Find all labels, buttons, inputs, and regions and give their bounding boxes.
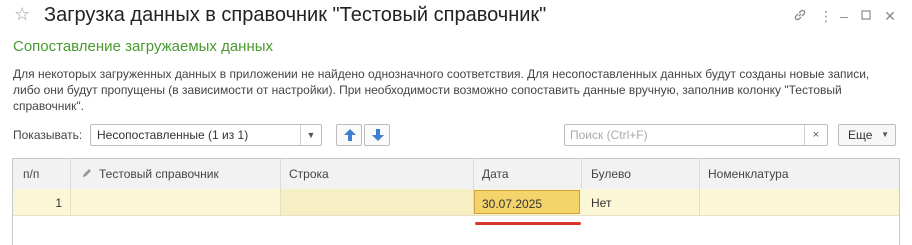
move-down-button[interactable] (364, 124, 390, 146)
form-description: Для некоторых загруженных данных в прило… (13, 67, 870, 113)
arrow-up-icon (344, 129, 356, 141)
chevron-down-icon[interactable]: ▼ (300, 125, 321, 145)
form-subtitle: Сопоставление загружаемых данных (13, 38, 274, 55)
maximize-icon[interactable] (858, 8, 874, 24)
cell-number[interactable]: 1 (13, 189, 71, 215)
move-up-button[interactable] (336, 124, 362, 146)
cell-test-directory[interactable] (71, 189, 281, 215)
chevron-down-icon: ▼ (881, 130, 889, 139)
window-title: Загрузка данных в справочник "Тестовый с… (44, 4, 547, 26)
more-button-label: Еще (848, 128, 873, 142)
column-header-boolean[interactable]: Булево (582, 159, 700, 189)
minimize-icon[interactable]: – (836, 8, 852, 24)
more-button[interactable]: Еще ▼ (838, 124, 896, 146)
close-icon[interactable]: ✕ (882, 8, 898, 24)
cell-boolean[interactable]: Нет (582, 189, 700, 215)
star-icon[interactable]: ☆ (14, 4, 30, 25)
annotation-underline (475, 222, 581, 225)
column-header-string[interactable]: Строка (281, 159, 474, 189)
search-input[interactable] (566, 126, 806, 144)
arrow-down-icon (372, 129, 384, 141)
column-header-number[interactable]: п/п (13, 159, 71, 189)
show-filter-label: Показывать: (13, 128, 83, 142)
cell-nomenclature[interactable] (700, 189, 899, 215)
mapping-table[interactable]: п/п Тестовый справочник Строка Дата Буле… (12, 158, 900, 245)
column-header-test-directory[interactable]: Тестовый справочник (71, 159, 281, 189)
pencil-icon (81, 167, 93, 182)
link-icon[interactable] (792, 8, 808, 24)
cell-date[interactable]: 30.07.2025 (474, 190, 580, 214)
title-bar: ☆ Загрузка данных в справочник "Тестовый… (0, 0, 912, 32)
column-header-nomenclature[interactable]: Номенклатура (700, 159, 899, 189)
cell-string[interactable] (281, 189, 474, 215)
show-filter-value: Несопоставленные (1 из 1) (97, 128, 249, 142)
clear-search-button[interactable]: × (804, 125, 827, 145)
more-vertical-icon[interactable]: ⋮ (818, 8, 834, 24)
show-filter-select[interactable]: Несопоставленные (1 из 1) ▼ (90, 124, 322, 146)
search-field[interactable]: × (564, 124, 828, 146)
table-row[interactable]: 1 30.07.2025 Нет (13, 189, 899, 216)
table-header: п/п Тестовый справочник Строка Дата Буле… (13, 159, 899, 190)
column-header-date[interactable]: Дата (474, 159, 582, 189)
